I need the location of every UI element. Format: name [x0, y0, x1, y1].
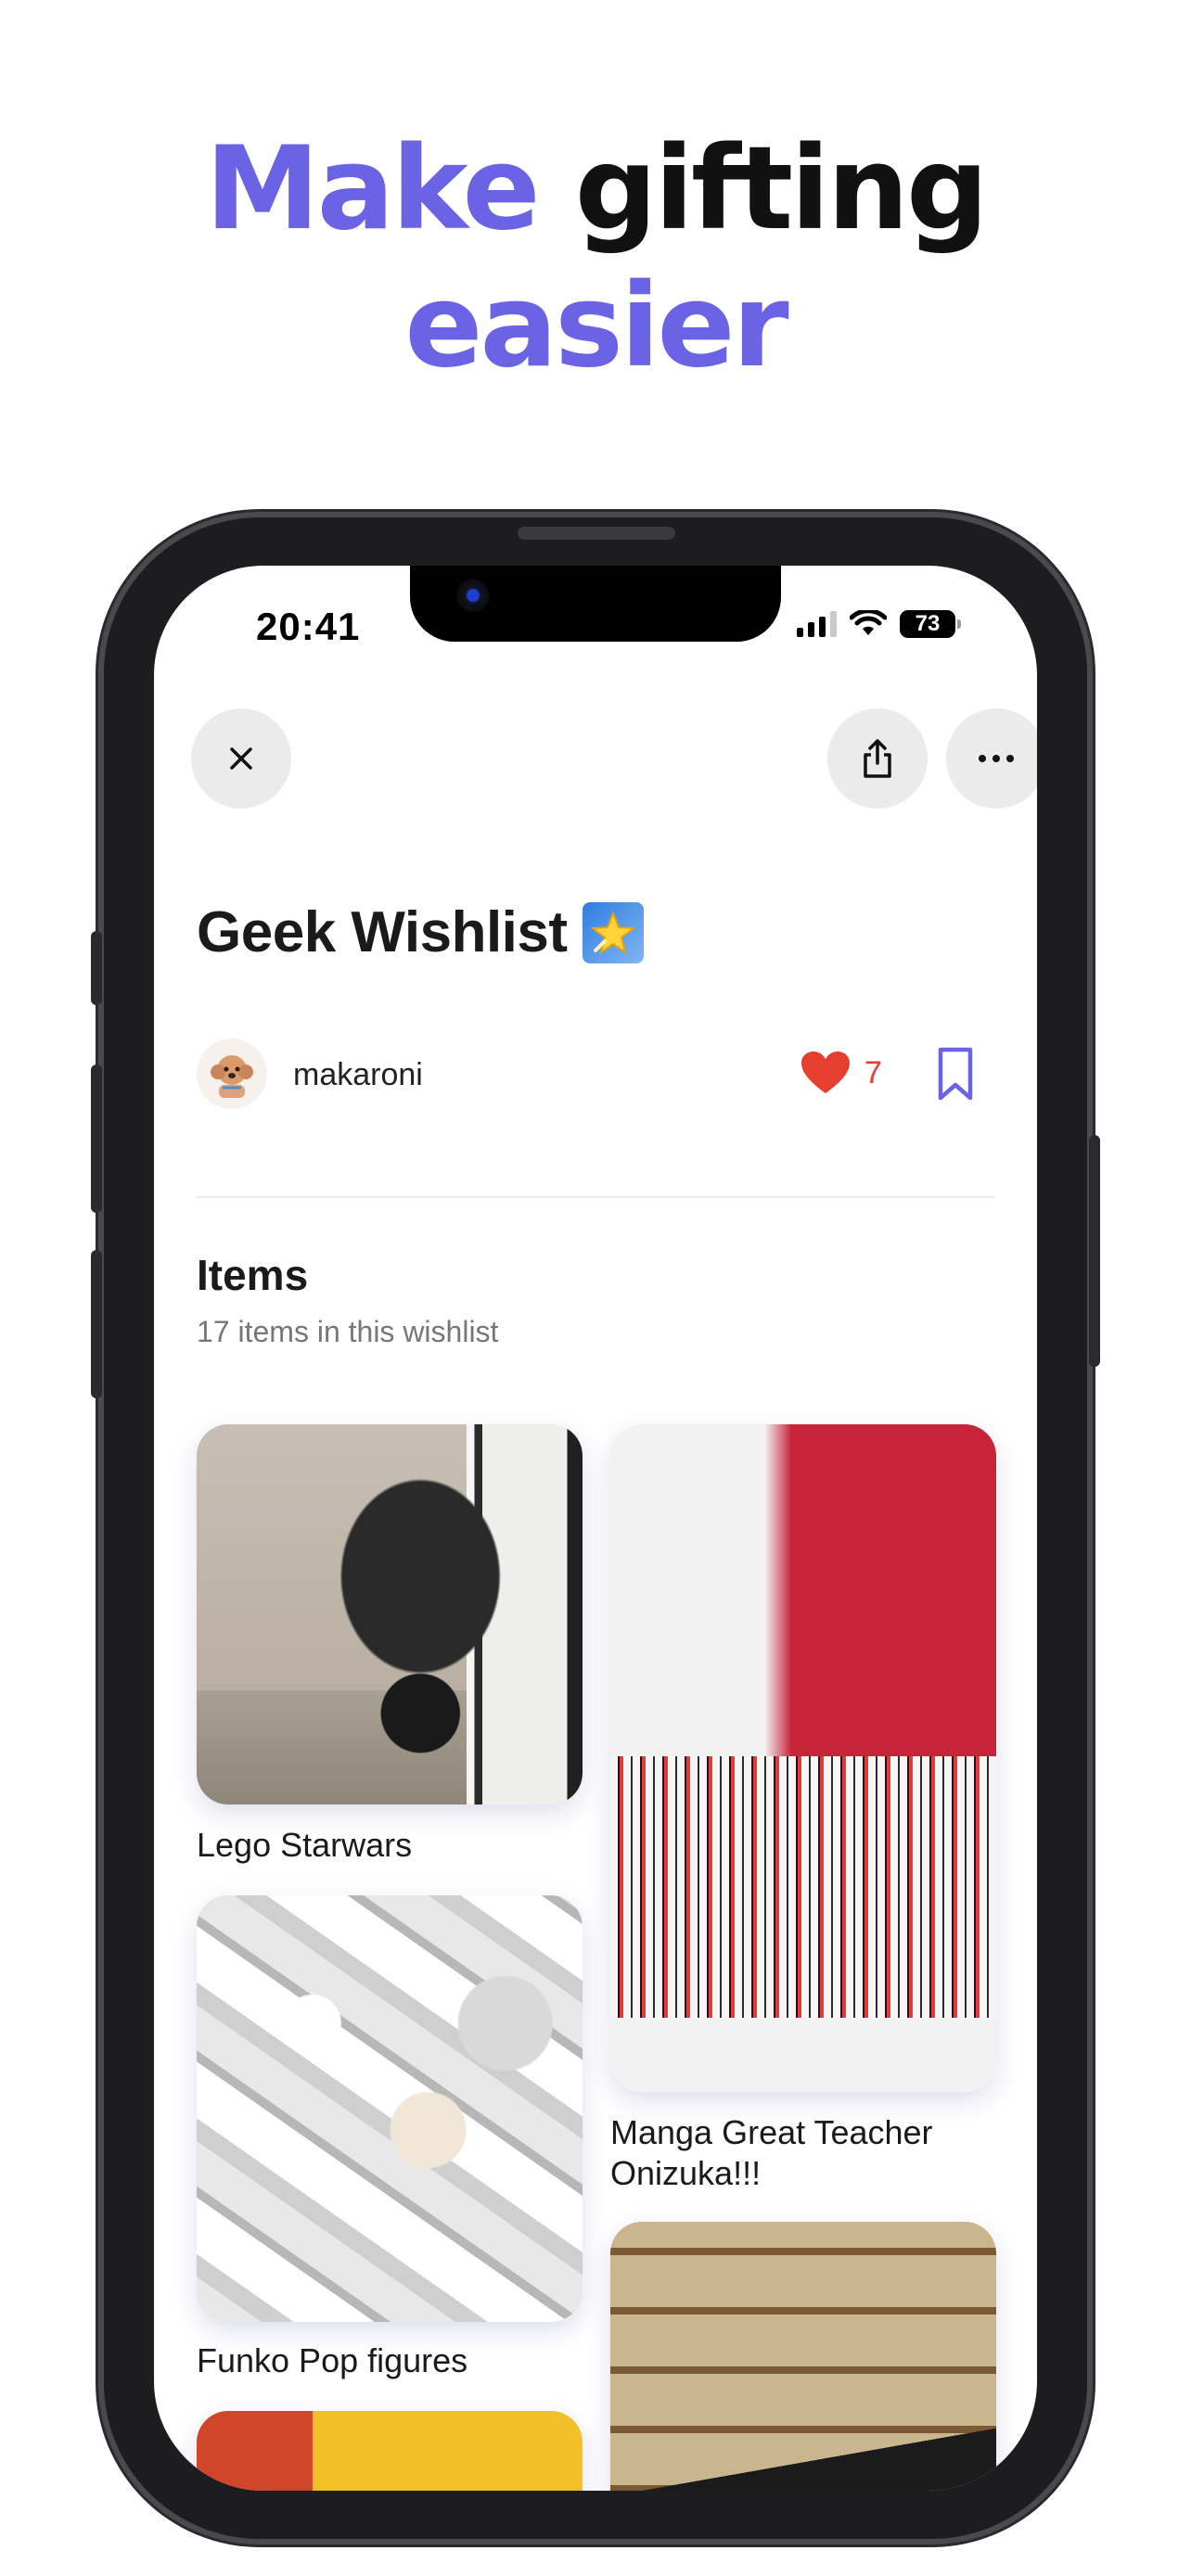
status-icons: 73 — [797, 610, 961, 638]
like-count: 7 — [864, 1054, 882, 1090]
author-name[interactable]: makaroni — [293, 1057, 423, 1093]
headline-second-line: easier — [404, 260, 788, 393]
close-button[interactable] — [191, 708, 291, 809]
battery-icon: 73 — [900, 610, 961, 638]
notch — [410, 566, 781, 642]
items-heading: Items — [197, 1251, 309, 1299]
volume-up-button — [91, 1065, 102, 1213]
phone-screen: 20:41 73 Geek Wishlist makaroni 7 Items … — [154, 566, 1037, 2491]
cell-signal-icon — [797, 611, 837, 637]
power-button — [1089, 1135, 1100, 1367]
like-button[interactable]: 7 — [800, 1050, 882, 1096]
volume-down-button — [91, 1250, 102, 1398]
status-time: 20:41 — [256, 605, 361, 648]
close-icon — [230, 747, 252, 770]
marketing-headline: Make gifting easier — [0, 121, 1191, 395]
mute-switch — [91, 931, 102, 1005]
poodle-avatar-icon — [211, 1055, 253, 1098]
phone-frame: 20:41 73 Geek Wishlist makaroni 7 Items … — [91, 517, 1100, 2539]
item-image-funko-pop[interactable] — [197, 1895, 583, 2322]
item-image-manga-gto[interactable] — [610, 1424, 996, 2092]
more-icon — [979, 755, 1014, 762]
author-row: makaroni 7 — [197, 1039, 994, 1113]
front-camera — [456, 579, 490, 612]
item-image-lego-starwars[interactable] — [197, 1424, 583, 1804]
more-options-button[interactable] — [946, 708, 1037, 809]
manga-cover-art — [610, 1424, 996, 1756]
earpiece-slot — [518, 527, 675, 540]
item-image-partial[interactable] — [197, 2411, 583, 2491]
wifi-icon — [850, 610, 887, 635]
item-title[interactable]: Manga Great Teacher Onizuka!!! — [610, 2112, 1000, 2194]
divider — [197, 1196, 994, 1198]
item-title[interactable]: Funko Pop figures — [197, 2340, 586, 2381]
manga-shelf — [610, 2018, 996, 2092]
bookmark-icon[interactable] — [935, 1046, 976, 1102]
items-count: 17 items in this wishlist — [197, 1315, 499, 1348]
star-emoji-icon — [582, 901, 644, 963]
share-icon — [864, 739, 891, 778]
wishlist-title-text: Geek Wishlist — [197, 900, 568, 964]
headline-accent-word: Make — [205, 122, 540, 256]
heart-icon — [801, 1052, 850, 1093]
avatar[interactable] — [197, 1039, 267, 1109]
manga-spines — [610, 1756, 996, 2018]
wishlist-title: Geek Wishlist — [197, 899, 644, 965]
share-button[interactable] — [827, 708, 928, 809]
headline-dark-word: gifting — [574, 122, 989, 256]
item-title[interactable]: Lego Starwars — [197, 1825, 586, 1866]
item-image-library[interactable] — [610, 2222, 996, 2491]
